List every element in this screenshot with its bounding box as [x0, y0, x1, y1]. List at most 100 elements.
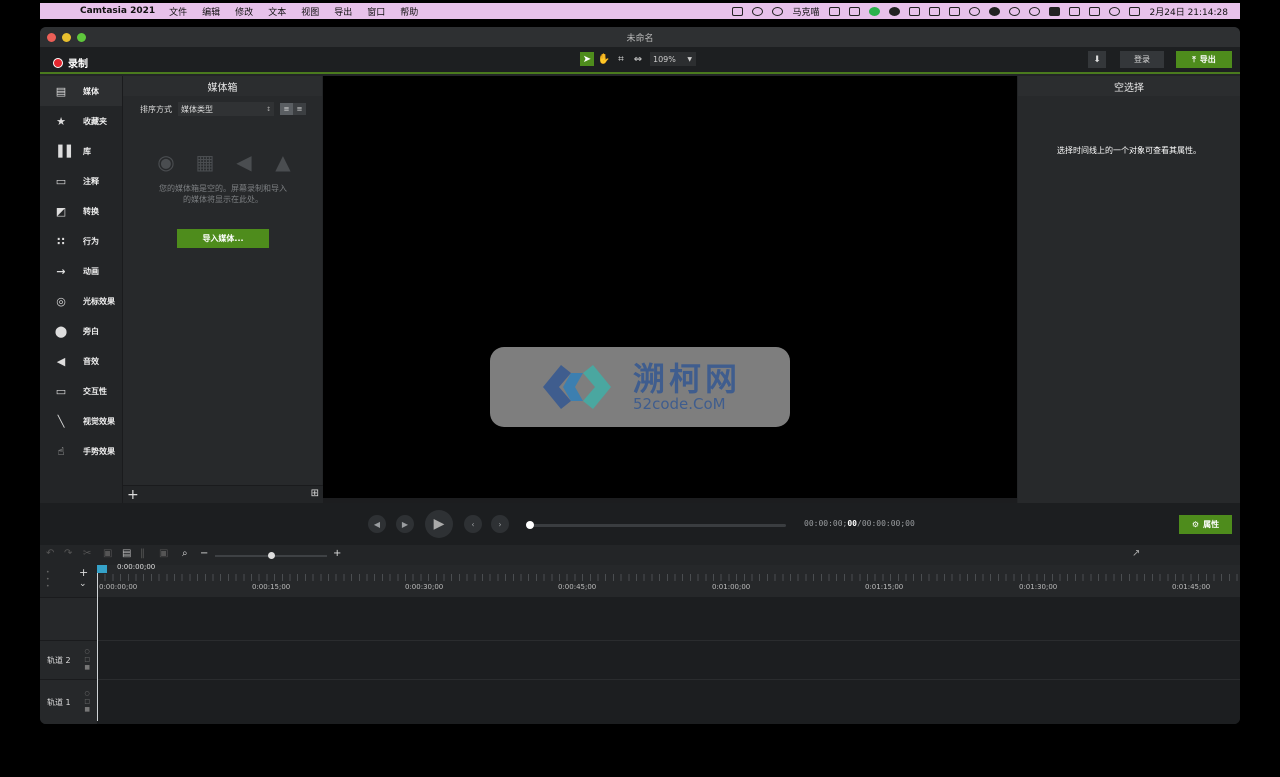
heart-icon[interactable] [968, 6, 980, 16]
crop-tool-icon[interactable]: ⌗ [614, 52, 628, 66]
add-icon[interactable]: + [127, 486, 139, 504]
sidebar-item-library[interactable]: ▐▐ 库 [40, 136, 122, 166]
sidebar-item-audio-effects[interactable]: ◀ 音效 [40, 346, 122, 376]
cut-icon[interactable]: ✂ [83, 548, 91, 559]
scrubber-handle[interactable] [526, 521, 534, 529]
bluetooth-icon[interactable] [1068, 6, 1080, 16]
track-controls-icon[interactable]: ○ □ ■ [84, 648, 90, 672]
watermark-text: 溯柯网 52code.CoM [633, 362, 741, 412]
menu-edit[interactable]: 编辑 [202, 5, 220, 18]
zoom-icon[interactable]: ⌕ [182, 548, 188, 559]
previous-clip-icon[interactable]: ‹ [464, 515, 482, 533]
fit-canvas-icon[interactable]: ⇔ [631, 52, 645, 66]
app-green-icon[interactable] [868, 6, 880, 16]
copy-icon[interactable]: ▣ [103, 548, 112, 559]
menu-modify[interactable]: 修改 [235, 5, 253, 18]
sidebar-item-gesture-effects[interactable]: ☝ 手势效果 [40, 436, 122, 466]
playhead-handle[interactable] [97, 565, 107, 573]
control-center-icon[interactable] [1128, 6, 1140, 16]
track-name: 轨道 1 [47, 697, 71, 707]
zoom-select[interactable]: 109% ▼ [650, 52, 696, 66]
step-back-icon[interactable]: ◀ [368, 515, 386, 533]
sidebar-item-favorites[interactable]: ★ 收藏夹 [40, 106, 122, 136]
sidebar-item-annotations[interactable]: ▭ 注释 [40, 166, 122, 196]
empty-media-message: 您的媒体箱是空的。屏幕录制和导入 的媒体将显示在此处。 [123, 183, 323, 205]
filmstrip-icon[interactable] [731, 6, 743, 16]
play-circle-icon[interactable] [1028, 6, 1040, 16]
preview-canvas[interactable]: 溯柯网 52code.CoM [323, 76, 1017, 498]
download-icon[interactable]: ⬇ [1088, 51, 1106, 68]
track-header-1[interactable]: 轨道 1 ○ □ ■ [40, 679, 97, 724]
pointer-tool-icon[interactable]: ➤ [580, 52, 594, 66]
recording-icon: ◉ [157, 150, 175, 174]
playhead-time: 0:00:00;00 [117, 563, 156, 571]
grid-view-icon[interactable]: ⊞ [311, 488, 319, 499]
sidebar-item-animations[interactable]: → 动画 [40, 256, 122, 286]
import-media-button[interactable]: 导入媒体... [177, 229, 269, 248]
sidebar-item-cursor-effects[interactable]: ◎ 光标效果 [40, 286, 122, 316]
menu-clock[interactable]: 2月24日 21:14:28 [1150, 5, 1228, 18]
add-track-icon[interactable]: + [79, 566, 88, 579]
snapshot-icon[interactable]: ▣ [159, 548, 168, 559]
film-icon: ▦ [195, 150, 215, 174]
hand-tool-icon[interactable]: ✋ [597, 52, 611, 66]
wechat-icon[interactable] [1008, 6, 1020, 16]
sidebar-item-voice-narration[interactable]: ⬤ 旁白 [40, 316, 122, 346]
sort-ascending-button[interactable]: ≡ [280, 103, 293, 115]
keyboard-icon[interactable] [1048, 6, 1060, 16]
display-icon[interactable] [828, 6, 840, 16]
split-icon[interactable]: ‖ [140, 548, 145, 559]
menu-help[interactable]: 帮助 [400, 5, 418, 18]
status-user-text[interactable]: 马克喵 [793, 5, 820, 18]
menu-view[interactable]: 视图 [301, 5, 319, 18]
menu-window[interactable]: 窗口 [367, 5, 385, 18]
next-track-icon[interactable] [948, 6, 960, 16]
step-forward-icon[interactable]: ▶ [396, 515, 414, 533]
sidebar-item-transitions[interactable]: ◩ 转换 [40, 196, 122, 226]
title-bar: 未命名 [40, 27, 1240, 47]
app-globe-icon[interactable] [988, 6, 1000, 16]
properties-button[interactable]: ⚙ 属性 [1179, 515, 1232, 534]
sort-descending-button[interactable]: ≡ [293, 103, 306, 115]
status-app-icon-2[interactable] [771, 6, 783, 16]
zoom-in-icon[interactable]: + [333, 548, 341, 559]
pause-icon[interactable] [928, 6, 940, 16]
sidebar-item-visual-effects[interactable]: ╲ 视觉效果 [40, 406, 122, 436]
redo-icon[interactable]: ↷ [64, 548, 72, 559]
play-button[interactable]: ▶ [425, 510, 453, 538]
previous-track-icon[interactable] [908, 6, 920, 16]
zoom-slider-handle[interactable] [268, 552, 275, 559]
ruler-label: 0:01:45;00 [1172, 583, 1211, 591]
zoom-out-icon[interactable]: − [200, 548, 208, 559]
undo-icon[interactable]: ↶ [46, 548, 54, 559]
playhead-line[interactable] [97, 573, 98, 721]
menu-export[interactable]: 导出 [334, 5, 352, 18]
track-options-icon[interactable]: • • • [46, 569, 50, 590]
properties-title: 空选择 [1018, 76, 1240, 96]
playback-scrubber[interactable] [526, 521, 786, 529]
next-clip-icon[interactable]: › [491, 515, 509, 533]
status-app-icon[interactable] [751, 6, 763, 16]
timeline-zoom-slider[interactable] [215, 552, 327, 559]
playback-controls: ◀ ▶ ▶ ‹ › 00:00:00;00/00:00:00;00 ⚙ 属性 [40, 503, 1240, 545]
battery-icon[interactable] [1088, 6, 1100, 16]
timeline-ruler[interactable]: 0:00:00;00 0:00:15;00 0:00:30;00 0:00:45… [97, 565, 1240, 597]
sidebar-item-behaviors[interactable]: ∷ 行为 [40, 226, 122, 256]
sort-select[interactable]: 媒体类型 ↕ [178, 102, 274, 116]
collapse-icon[interactable]: ⌄ [79, 579, 87, 589]
track-controls-icon[interactable]: ○ □ ■ [84, 690, 90, 714]
paste-icon[interactable]: ▤ [122, 548, 131, 559]
wifi-icon[interactable] [1108, 6, 1120, 16]
volume-icon[interactable] [848, 6, 860, 16]
export-button[interactable]: ⤒ 导出 [1176, 51, 1232, 68]
menu-app-name[interactable]: Camtasia 2021 [80, 6, 155, 16]
sidebar-item-interactivity[interactable]: ▭ 交互性 [40, 376, 122, 406]
menu-text[interactable]: 文本 [268, 5, 286, 18]
menu-file[interactable]: 文件 [169, 5, 187, 18]
login-button[interactable]: 登录 [1120, 51, 1164, 68]
record-button[interactable]: 录制 [53, 55, 88, 70]
sidebar-item-media[interactable]: ▤ 媒体 [40, 76, 122, 106]
detach-timeline-icon[interactable]: ↗ [1132, 548, 1140, 559]
app-dark-icon[interactable] [888, 6, 900, 16]
track-header-2[interactable]: 轨道 2 ○ □ ■ [40, 640, 97, 679]
